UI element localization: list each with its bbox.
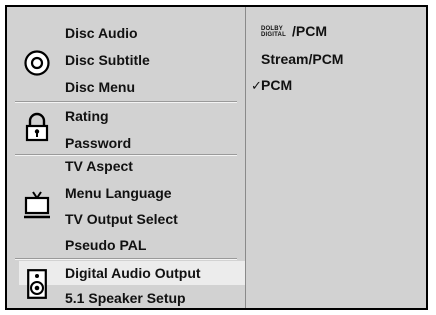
settings-menu: Disc Audio Disc Subtitle Disc Menu Ratin… — [7, 7, 245, 308]
menu-item-password[interactable]: Password — [65, 135, 131, 151]
setup-menu-window: Disc Audio Disc Subtitle Disc Menu Ratin… — [5, 5, 428, 310]
group-divider-highlight — [15, 259, 237, 260]
option-stream-pcm[interactable]: Stream/PCM — [261, 51, 343, 67]
menu-item-disc-menu[interactable]: Disc Menu — [65, 79, 135, 95]
tv-icon — [24, 191, 50, 224]
menu-item-menu-language[interactable]: Menu Language — [65, 185, 172, 201]
group-divider-highlight — [15, 102, 237, 103]
speaker-icon — [27, 269, 47, 304]
group-divider-highlight — [15, 155, 237, 156]
menu-item-pseudo-pal[interactable]: Pseudo PAL — [65, 237, 146, 253]
option-pcm[interactable]: PCM — [261, 77, 292, 93]
dolby-digital-logo: DOLBY DIGITAL — [261, 26, 286, 38]
menu-item-disc-audio[interactable]: Disc Audio — [65, 25, 138, 41]
menu-item-5-1-speaker-setup[interactable]: 5.1 Speaker Setup — [65, 290, 186, 306]
menu-item-tv-aspect[interactable]: TV Aspect — [65, 158, 133, 174]
menu-item-digital-audio-output[interactable]: Digital Audio Output — [65, 265, 201, 281]
menu-item-tv-output-select[interactable]: TV Output Select — [65, 211, 178, 227]
options-panel: DOLBY DIGITAL /PCM Stream/PCM ✓ PCM — [246, 7, 426, 308]
menu-item-disc-subtitle[interactable]: Disc Subtitle — [65, 52, 150, 68]
lock-icon — [25, 112, 49, 147]
option-dolby-digital-pcm[interactable]: /PCM — [292, 23, 327, 39]
disc-icon — [23, 49, 51, 82]
menu-item-rating[interactable]: Rating — [65, 108, 109, 124]
